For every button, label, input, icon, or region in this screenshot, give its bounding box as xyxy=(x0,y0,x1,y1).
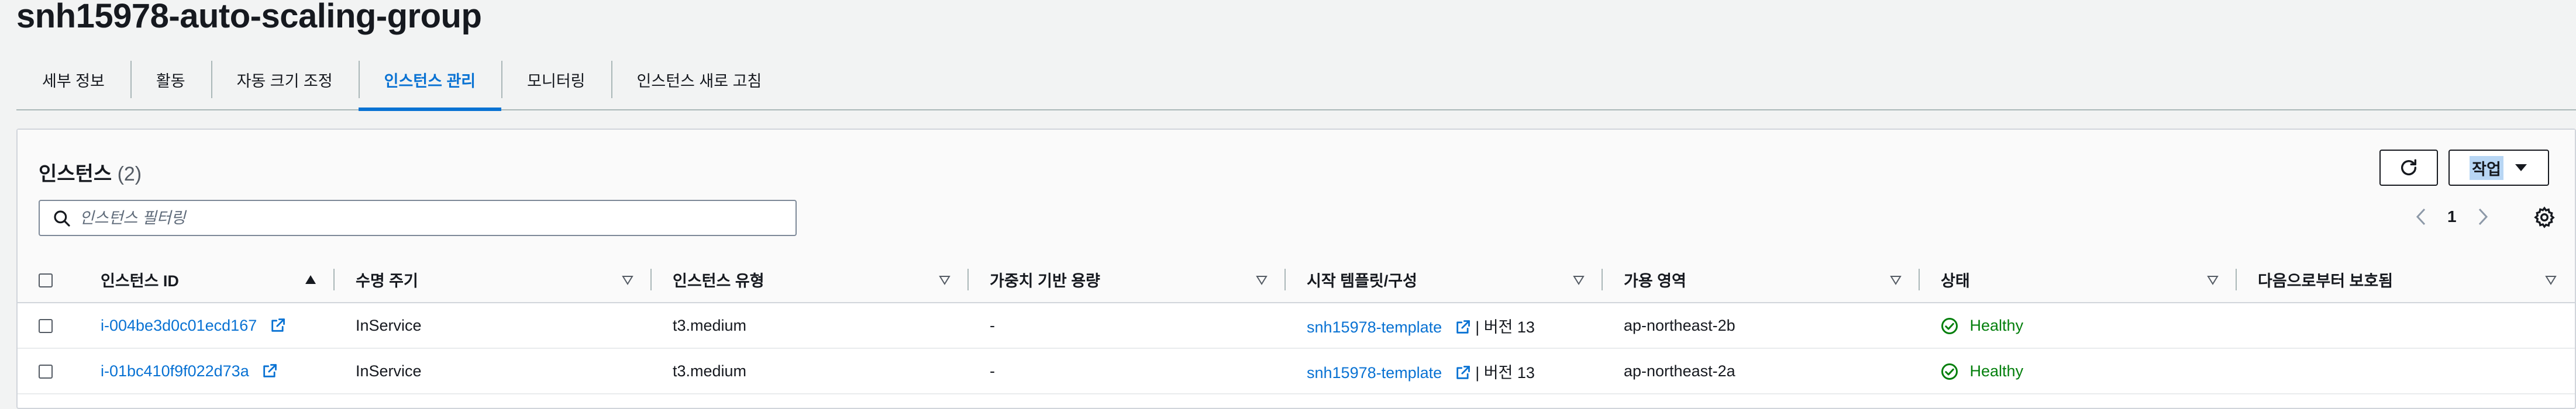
external-link-icon[interactable] xyxy=(1455,319,1471,335)
table-row: i-01bc410f9f022d73a InService t3.medium … xyxy=(18,348,2575,394)
col-launch-template[interactable]: 시작 템플릿/구성 xyxy=(1286,257,1603,303)
sort-desc-icon xyxy=(939,276,950,285)
instances-title: 인스턴스 xyxy=(39,163,112,185)
chevron-right-icon xyxy=(2478,208,2488,226)
row-select-cell xyxy=(18,303,80,349)
template-version: | 버전 13 xyxy=(1475,363,1535,382)
col-instance-type[interactable]: 인스턴스 유형 xyxy=(652,257,969,303)
launch-template-cell: snh15978-template | 버전 13 xyxy=(1286,348,1603,394)
chevron-left-icon xyxy=(2416,208,2426,226)
table-header-row: 인스턴스 ID 수명 주기 인스턴스 유형 가중치 기반 용량 시작 템플릿/구… xyxy=(18,257,2575,303)
refresh-button[interactable] xyxy=(2379,150,2438,186)
row-checkbox[interactable] xyxy=(39,365,53,379)
col-instance-id-label: 인스턴스 ID xyxy=(101,272,179,290)
availability-zone-cell: ap-northeast-2b xyxy=(1603,303,1920,349)
col-lifecycle[interactable]: 수명 주기 xyxy=(335,257,652,303)
col-availability-zone[interactable]: 가용 영역 xyxy=(1603,257,1920,303)
select-all-checkbox[interactable] xyxy=(39,273,53,287)
weighted-capacity-cell: - xyxy=(969,303,1286,349)
instance-id-link[interactable]: i-01bc410f9f022d73a xyxy=(101,362,249,380)
col-launch-template-label: 시작 템플릿/구성 xyxy=(1307,272,1417,290)
health-status-text: Healthy xyxy=(1969,362,2024,380)
actions-label: 작업 xyxy=(2470,155,2503,180)
health-status-text: Healthy xyxy=(1969,316,2024,334)
refresh-icon xyxy=(2401,159,2417,175)
gear-icon[interactable] xyxy=(2533,206,2556,229)
actions-button[interactable]: 작업 xyxy=(2448,150,2549,186)
page-title: snh15978-auto-scaling-group xyxy=(16,0,482,35)
health-status-cell: Healthy xyxy=(1920,303,2237,349)
instances-heading: 인스턴스 (2) xyxy=(39,158,142,186)
tab-activity[interactable]: 활동 xyxy=(130,49,211,110)
check-circle-icon xyxy=(1941,363,1958,380)
launch-template-link[interactable]: snh15978-template xyxy=(1307,364,1442,382)
instance-filter-input[interactable] xyxy=(78,208,795,228)
lifecycle-cell: InService xyxy=(335,348,652,394)
sort-desc-icon xyxy=(1890,276,1902,285)
col-weighted-capacity[interactable]: 가중치 기반 용량 xyxy=(969,257,1286,303)
table-row: i-004be3d0c01ecd167 InService t3.medium … xyxy=(18,303,2575,349)
pagination: 1 xyxy=(2412,199,2492,235)
instance-id-cell: i-01bc410f9f022d73a xyxy=(80,348,335,394)
sort-desc-icon xyxy=(1573,276,1585,285)
launch-template-link[interactable]: snh15978-template xyxy=(1307,318,1442,336)
instance-type-cell: t3.medium xyxy=(652,348,969,394)
sort-desc-icon xyxy=(622,276,633,285)
col-protected-from-label: 다음으로부터 보호됨 xyxy=(2258,272,2394,290)
instance-filter[interactable] xyxy=(39,200,797,236)
row-checkbox[interactable] xyxy=(39,319,53,334)
instance-id-link[interactable]: i-004be3d0c01ecd167 xyxy=(101,317,257,334)
check-circle-icon xyxy=(1941,317,1958,334)
search-icon xyxy=(54,210,70,227)
tab-instance-refresh[interactable]: 인스턴스 새로 고침 xyxy=(611,49,788,110)
external-link-icon[interactable] xyxy=(270,317,286,334)
weighted-capacity-cell: - xyxy=(969,348,1286,394)
instance-type-cell: t3.medium xyxy=(652,303,969,349)
availability-zone-cell: ap-northeast-2a xyxy=(1603,348,1920,394)
instances-panel-header xyxy=(18,130,2575,258)
select-all-cell xyxy=(18,257,80,303)
col-health-status[interactable]: 상태 xyxy=(1920,257,2237,303)
launch-template-cell: snh15978-template | 버전 13 xyxy=(1286,303,1603,349)
instances-panel: 인스턴스 (2) 작업 1 xyxy=(16,129,2576,409)
next-page-button[interactable] xyxy=(2474,208,2492,226)
tab-details[interactable]: 세부 정보 xyxy=(16,49,130,110)
instances-table: 인스턴스 ID 수명 주기 인스턴스 유형 가중치 기반 용량 시작 템플릿/구… xyxy=(18,257,2575,394)
template-version: | 버전 13 xyxy=(1475,318,1535,336)
external-link-icon[interactable] xyxy=(261,363,278,379)
prev-page-button[interactable] xyxy=(2412,208,2430,226)
tab-monitoring[interactable]: 모니터링 xyxy=(501,49,611,110)
instances-count: (2) xyxy=(117,163,142,185)
sort-asc-icon xyxy=(305,275,316,284)
current-page[interactable]: 1 xyxy=(2447,207,2457,226)
health-status-cell: Healthy xyxy=(1920,348,2237,394)
lifecycle-cell: InService xyxy=(335,303,652,349)
instance-id-cell: i-004be3d0c01ecd167 xyxy=(80,303,335,349)
col-instance-id[interactable]: 인스턴스 ID xyxy=(80,257,335,303)
col-protected-from[interactable]: 다음으로부터 보호됨 xyxy=(2237,257,2575,303)
sort-desc-icon xyxy=(2207,276,2219,285)
caret-down-icon xyxy=(2515,164,2527,171)
protected-from-cell xyxy=(2237,303,2575,349)
col-instance-type-label: 인스턴스 유형 xyxy=(673,272,764,290)
tab-bar: 세부 정보 활동 자동 크기 조정 인스턴스 관리 모니터링 인스턴스 새로 고… xyxy=(16,49,2576,111)
col-availability-zone-label: 가용 영역 xyxy=(1624,272,1686,290)
col-weighted-capacity-label: 가중치 기반 용량 xyxy=(990,272,1100,290)
row-select-cell xyxy=(18,348,80,394)
external-link-icon[interactable] xyxy=(1455,365,1471,381)
protected-from-cell xyxy=(2237,348,2575,394)
tab-instance-management[interactable]: 인스턴스 관리 xyxy=(358,49,502,111)
tab-automatic-scaling[interactable]: 자동 크기 조정 xyxy=(211,49,359,110)
col-lifecycle-label: 수명 주기 xyxy=(356,272,418,290)
sort-desc-icon xyxy=(2545,276,2557,285)
col-health-status-label: 상태 xyxy=(1941,272,1970,290)
sort-desc-icon xyxy=(1256,276,1268,285)
